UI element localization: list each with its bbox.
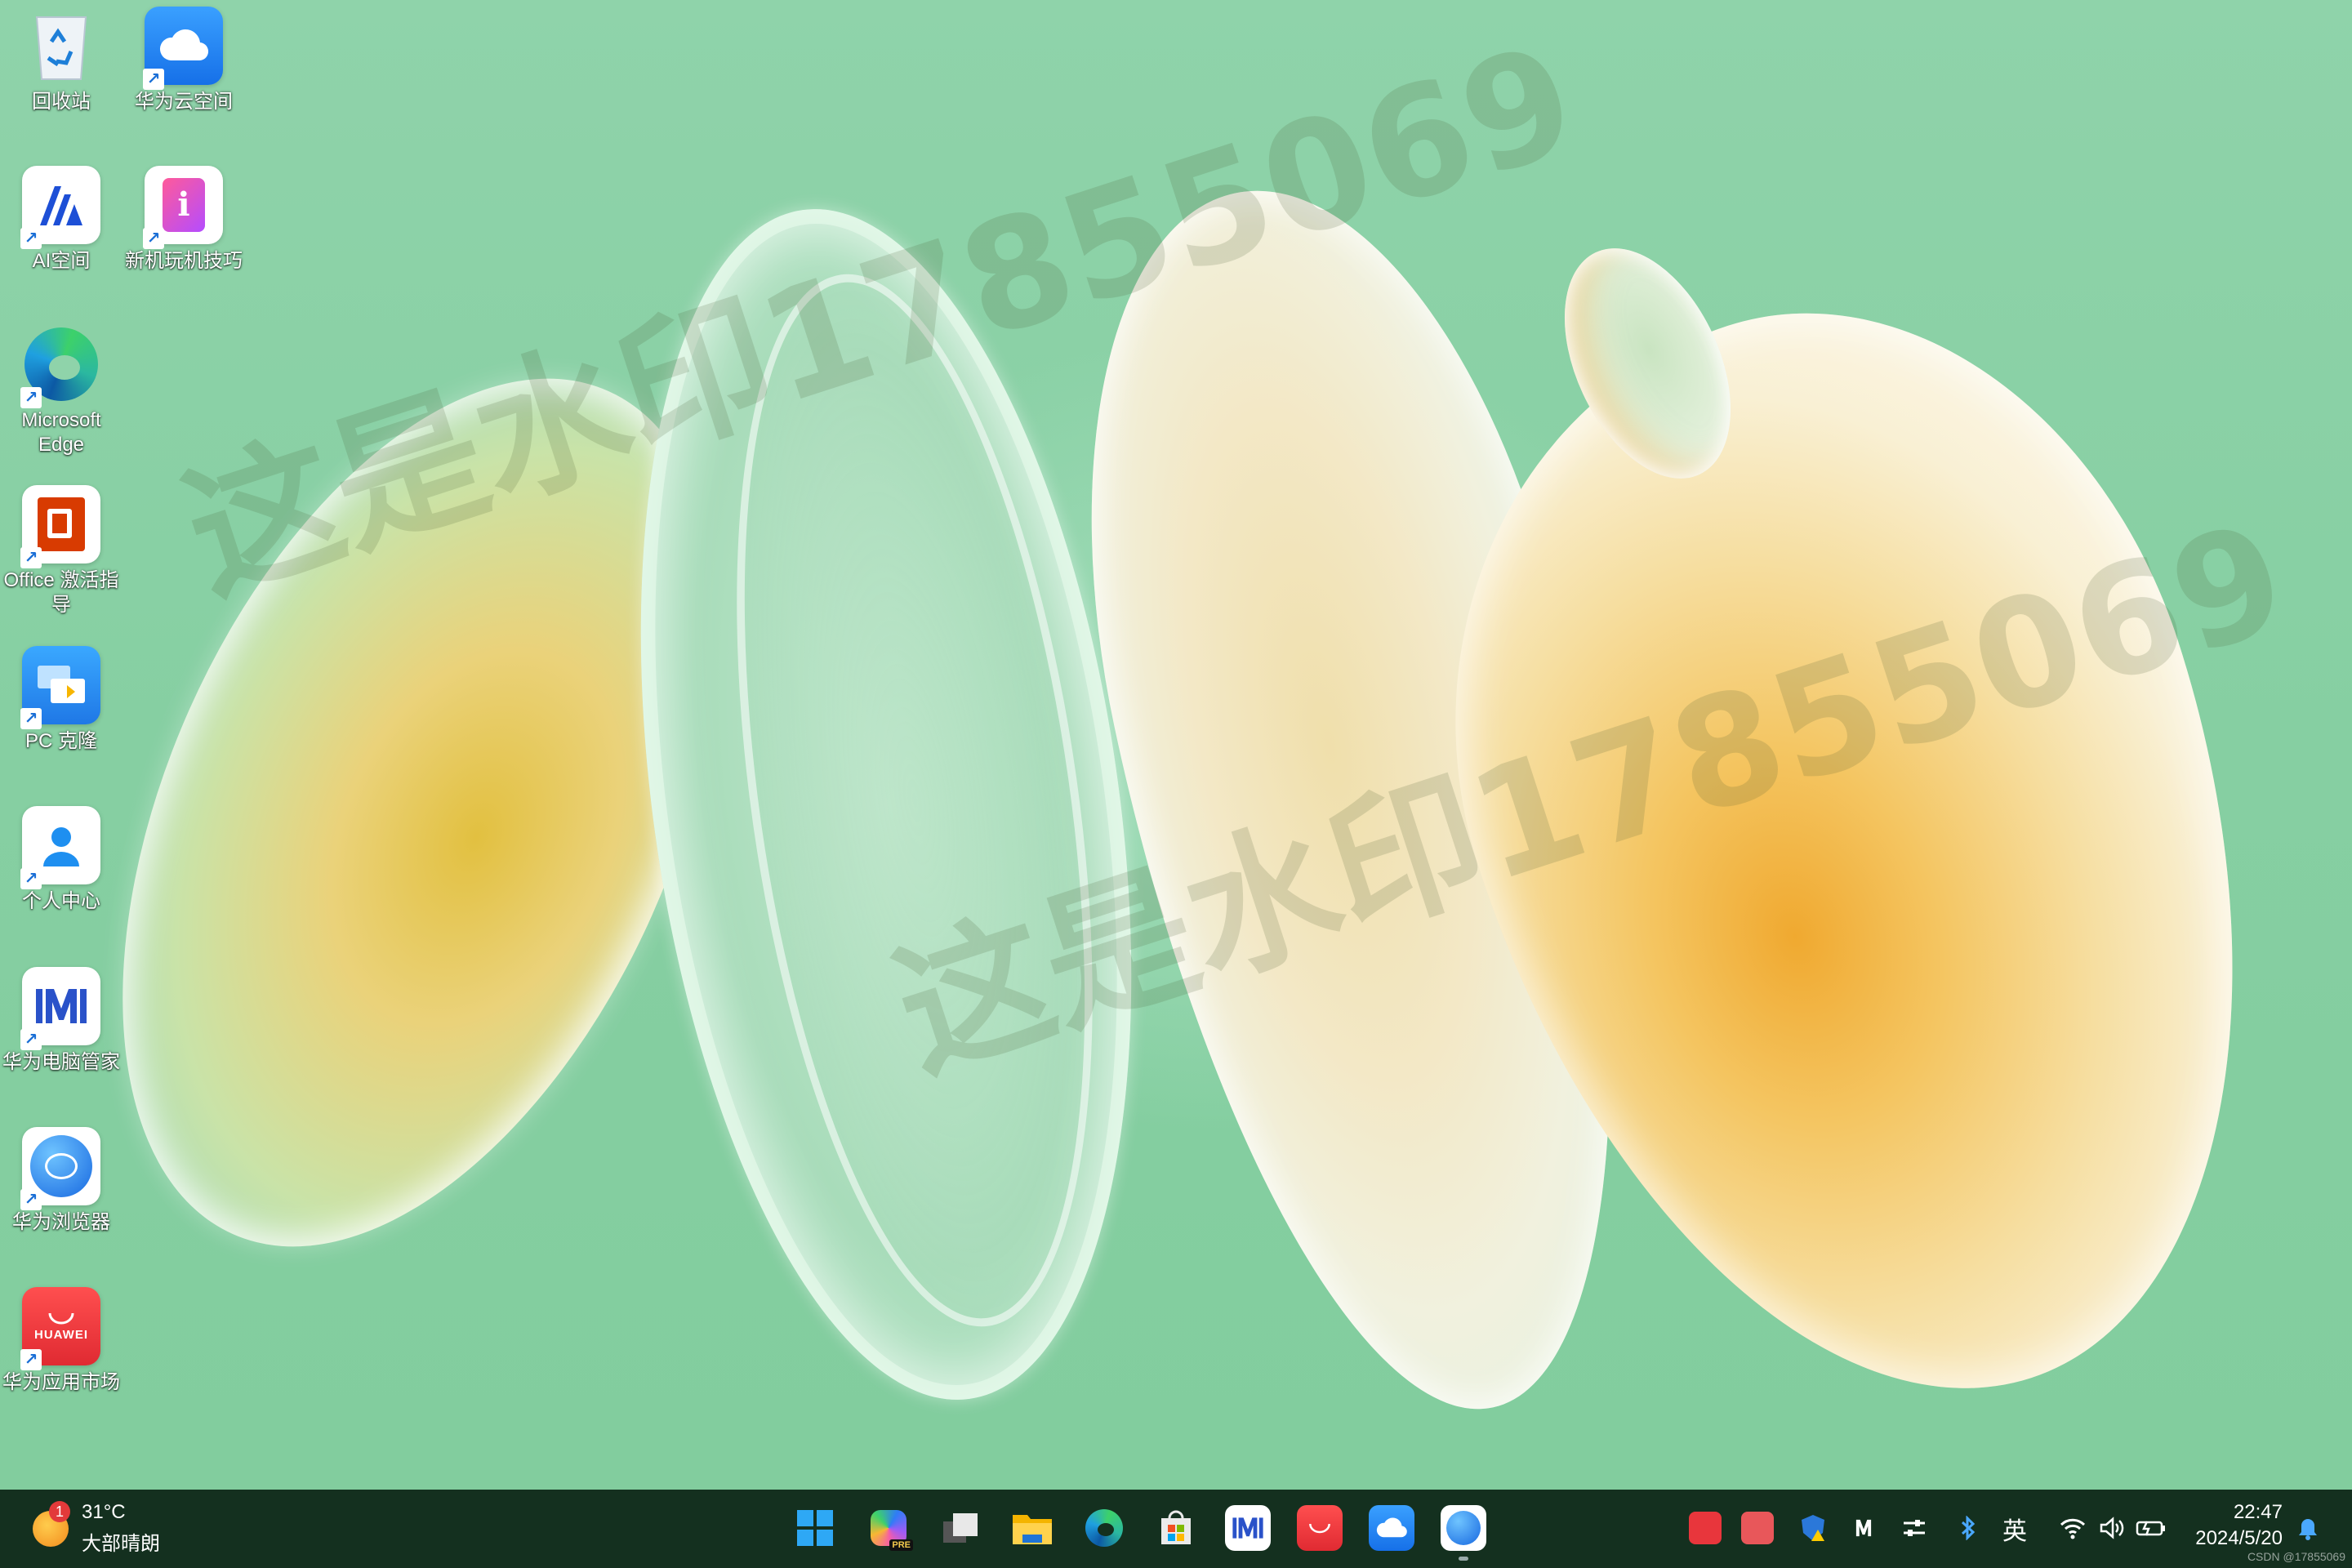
tray-wifi-icon[interactable] [2056,1512,2089,1544]
desktop-icon-huawei-browser[interactable]: ↗ 华为浏览器 [0,1127,122,1235]
person-icon: ↗ [20,806,100,889]
footer-watermark: CSDN @17855069 [2247,1550,2345,1563]
desktop-icon-huawei-cloud[interactable]: ↗ 华为云空间 [122,7,245,114]
tray-battery-icon[interactable] [2135,1512,2167,1544]
tray-settings-sliders-icon[interactable] [1898,1512,1931,1544]
shortcut-arrow-icon: ↗ [20,868,42,889]
desktop-icon-label: PC 克隆 [24,730,97,752]
copilot-icon: PRE [871,1510,913,1551]
notification-bell-icon[interactable] [2292,1512,2324,1544]
pc-manager-icon [1232,1517,1263,1539]
tray-huawei-app-icon[interactable] [1741,1512,1774,1544]
desktop-icon-label: 华为应用市场 [2,1371,120,1393]
huawei-browser-taskbar-button[interactable] [1441,1505,1486,1551]
desktop-icon-label: 新机玩机技巧 [125,250,243,272]
desktop-icon-label: 华为浏览器 [12,1211,110,1233]
desktop-icon-recycle-bin[interactable]: 回收站 [0,7,122,114]
shortcut-arrow-icon: ↗ [143,69,164,90]
store-icon [1161,1510,1191,1544]
desktop-icon-label: 华为云空间 [135,91,233,113]
desktop-icon-personal-center[interactable]: ↗ 个人中心 [0,806,122,914]
desktop-icon-pc-manager[interactable]: ↗ 华为电脑管家 [0,967,122,1075]
cloud-icon: ↗ [143,7,223,90]
windows-icon [797,1510,833,1546]
clock-time[interactable]: 22:47 [2234,1501,2283,1524]
shortcut-arrow-icon: ↗ [20,1029,42,1050]
pc-clone-icon: ↗ [20,646,100,729]
tray-volume-icon[interactable] [2096,1512,2128,1544]
shortcut-arrow-icon: ↗ [20,708,42,729]
notification-badge: 1 [49,1501,70,1522]
microsoft-store-button[interactable] [1153,1505,1199,1551]
pc-manager-taskbar-button[interactable] [1225,1505,1271,1551]
huawei-cloud-taskbar-button[interactable] [1369,1505,1414,1551]
desktop-icon-ai-space[interactable]: ↗ AI空间 [0,166,122,274]
task-view-button[interactable] [938,1505,983,1551]
copilot-pre-badge: PRE [889,1539,913,1551]
shortcut-arrow-icon: ↗ [20,1189,42,1210]
desktop-icon-label: 个人中心 [22,890,100,912]
cloud-icon [1376,1517,1407,1538]
browser-icon: ↗ [20,1127,100,1210]
shortcut-arrow-icon: ↗ [20,228,42,249]
desktop-icon-label: 华为电脑管家 [2,1051,120,1073]
edge-taskbar-button[interactable] [1081,1505,1127,1551]
tray-appgallery-icon[interactable] [1689,1512,1722,1544]
tray-pc-manager-icon[interactable] [1847,1512,1880,1544]
browser-icon [1446,1511,1481,1545]
active-app-indicator [1459,1557,1468,1561]
weather-description: 大部晴朗 [82,1533,160,1555]
appgallery-icon: HUAWEI ↗ [20,1287,100,1370]
pc-manager-icon: ↗ [20,967,100,1050]
shortcut-arrow-icon: ↗ [20,387,42,408]
ai-space-icon: ↗ [20,166,100,249]
tray-security-warning-icon[interactable] [1797,1512,1829,1544]
tips-icon: i ↗ [143,166,223,249]
recycle-bin-icon [22,7,100,85]
edge-icon: ↗ [20,325,100,408]
desktop-icon-label: Microsoft Edge [21,409,101,456]
shortcut-arrow-icon: ↗ [143,228,164,249]
appgallery-icon [1309,1523,1330,1534]
edge-icon [1085,1509,1123,1547]
appgallery-taskbar-button[interactable] [1297,1505,1343,1551]
file-explorer-button[interactable] [1009,1505,1055,1551]
desktop-icon-appgallery[interactable]: HUAWEI ↗ 华为应用市场 [0,1287,122,1395]
task-view-icon [943,1513,978,1543]
clock-date[interactable]: 2024/5/20 [2195,1527,2283,1550]
desktop-icon-new-tips[interactable]: i ↗ 新机玩机技巧 [122,166,245,274]
desktop-icon-pc-clone[interactable]: ↗ PC 克隆 [0,646,122,754]
desktop-wallpaper: 这是水印17855069 这是水印17855069 回收站 ↗ 华为云空间 ↗ … [0,0,2352,1490]
tray-bluetooth-icon[interactable] [1952,1512,1984,1544]
shortcut-arrow-icon: ↗ [20,1349,42,1370]
weather-temperature: 31°C [82,1501,126,1523]
office-icon: ↗ [20,485,100,568]
folder-icon [1013,1515,1052,1544]
desktop-icon-label: 回收站 [32,91,91,113]
tray-ime-indicator[interactable]: 英 [2002,1511,2027,1547]
start-button[interactable] [792,1505,838,1551]
shortcut-arrow-icon: ↗ [20,547,42,568]
desktop-icon-office-activation[interactable]: ↗ Office 激活指导 [0,485,122,617]
desktop-icon-label: Office 激活指导 [3,569,119,616]
desktop-icon-label: AI空间 [32,250,91,272]
copilot-button[interactable]: PRE [866,1505,913,1551]
desktop-icon-edge[interactable]: ↗ Microsoft Edge [0,325,122,457]
